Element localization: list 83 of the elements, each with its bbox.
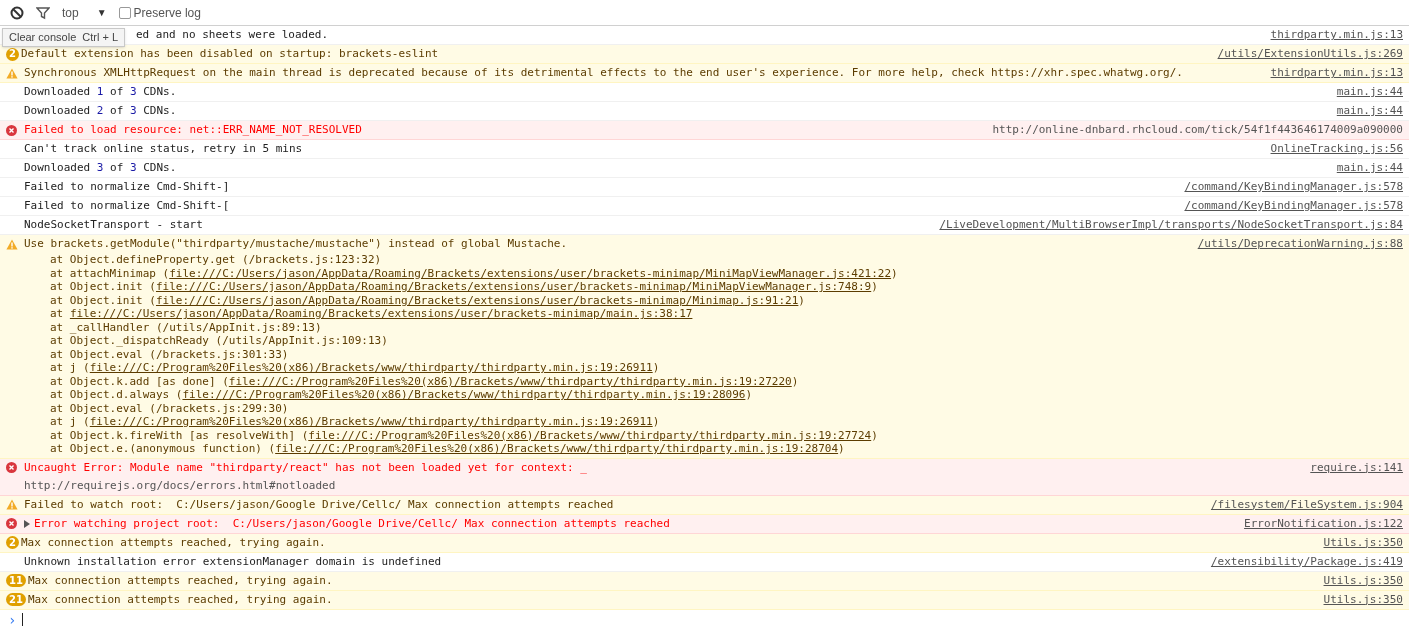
warning-icon	[6, 238, 18, 250]
stack-trace-line: at Object.defineProperty.get (/brackets.js:123:32)	[50, 253, 383, 267]
count-badge: 2	[6, 47, 19, 61]
stack-trace-link[interactable]: file:///C:/Program%20Files%20(x86)/Brackets/www/thirdparty/thirdparty.min.js:19:28704	[275, 442, 839, 455]
message-detail: http://requirejs.org/docs/errors.html#notloaded	[24, 477, 337, 494]
source-link[interactable]: main.js:44	[1336, 159, 1403, 177]
source-link[interactable]: main.js:44	[1336, 83, 1403, 101]
stack-trace-link[interactable]: file:///C:/Users/jason/AppData/Roaming/Brackets/extensions/user/brackets-minimap/Minimap.js:91:21	[155, 293, 799, 307]
message-text: Downloaded 1 of 3 CDNs.	[24, 84, 177, 100]
count-badge: 21	[6, 593, 26, 606]
message-text: Error watching project root: C:/Users/jason/Google Drive/Cellc/ Max connection attempts reached	[34, 515, 670, 532]
stack-trace-line: at Object.k.add [as done] (file:///C:/Program%20Files%20(x86)/Brackets/www/thirdparty/thirdparty.min.js:19:27220)	[50, 374, 800, 388]
source-link[interactable]: /command/KeyBindingManager.js:578	[1184, 178, 1403, 196]
source-link[interactable]: /command/KeyBindingManager.js:578	[1184, 197, 1403, 215]
source-link[interactable]: /LiveDevelopment/MultiBrowserImpl/transports/NodeSocketTransport.js:84	[939, 216, 1403, 234]
source-url: http://online-dnbard.rhcloud.com/tick/54f1f443646174009a090000	[992, 122, 1403, 138]
source-link[interactable]: /utils/DeprecationWarning.js:88	[1197, 235, 1403, 253]
stack-trace-line: at attachMinimap (file:///C:/Users/jason/AppData/Roaming/Brackets/extensions/user/brackets-minimap/MiniMapViewManager.js:421:22)	[50, 266, 899, 280]
error-icon	[6, 518, 17, 529]
message-text: Failed to normalize Cmd-Shift-[	[24, 198, 230, 214]
source-link[interactable]: Utils.js:350	[1323, 590, 1403, 609]
warning-icon	[6, 67, 18, 79]
context-select[interactable]: top ▼	[62, 3, 107, 22]
expand-triangle-icon[interactable]	[24, 519, 30, 528]
preserve-log-checkbox[interactable]	[118, 6, 131, 19]
stack-trace-line: at j (file:///C:/Program%20Files%20(x86)/Brackets/www/thirdparty/thirdparty.min.js:19:26911)	[50, 361, 661, 375]
message-text: Downloaded 3 of 3 CDNs.	[24, 160, 177, 176]
message-text: Unknown installation error extensionManager domain is undefined	[24, 553, 442, 570]
message-text: Failed to watch root: C:/Users/jason/Google Drive/Cellc/ Max connection attempts reached	[24, 496, 614, 513]
prompt-symbol: ›	[8, 610, 17, 629]
message-text: Max connection attempts reached, trying again.	[27, 591, 333, 608]
source-link[interactable]: ErrorNotification.js:122	[1244, 514, 1403, 533]
source-link[interactable]: thirdparty.min.js:13	[1270, 64, 1403, 82]
stack-trace-line: at Object.init (file:///C:/Users/jason/AppData/Roaming/Brackets/extensions/user/brackets-minimap/MiniMapViewManager.js:748:9)	[50, 280, 879, 294]
message-text: ed and no sheets were loaded.	[136, 27, 329, 43]
warning-icon	[6, 499, 18, 510]
message-text: Can't track online status, retry in 5 mins	[24, 141, 303, 157]
stack-trace-link[interactable]: file:///C:/Program%20Files%20(x86)/Brackets/www/thirdparty/thirdparty.min.js:19:27724	[308, 428, 872, 442]
message-text: Failed to normalize Cmd-Shift-]	[24, 179, 230, 195]
preserve-log-label[interactable]: Preserve log	[133, 3, 201, 22]
error-icon	[6, 124, 17, 136]
stack-trace-line: at Object.k.fireWith [as resolveWith] (file:///C:/Program%20Files%20(x86)/Brackets/www/thirdparty/thirdparty.min.js:19:27724)	[50, 428, 879, 442]
source-link[interactable]: Utils.js:350	[1323, 571, 1403, 590]
stack-trace-link[interactable]: file:///C:/Program%20Files%20(x86)/Brackets/www/thirdparty/thirdparty.min.js:19:28096	[182, 388, 746, 401]
source-link[interactable]: /filesystem/FileSystem.js:904	[1210, 495, 1403, 514]
tooltip-label: Clear console	[9, 30, 77, 46]
source-link[interactable]: /utils/ExtensionUtils.js:269	[1217, 45, 1403, 63]
source-link[interactable]: require.js:141	[1310, 458, 1403, 477]
source-link[interactable]: /extensibility/Package.js:419	[1210, 552, 1403, 571]
stack-trace-link[interactable]: file:///C:/Program%20Files%20(x86)/Brackets/www/thirdparty/thirdparty.min.js:19:26911	[89, 415, 653, 428]
stack-trace-line: at Object.eval (/brackets.js:301:33)	[50, 347, 290, 361]
stack-trace-line: at j (file:///C:/Program%20Files%20(x86)/Brackets/www/thirdparty/thirdparty.min.js:19:26911)	[50, 415, 661, 429]
message-text: NodeSocketTransport - start	[24, 217, 203, 233]
message-text: Synchronous XMLHttpRequest on the main thread is deprecated because of its detrimental effects to the end user's experience. For more help, check https://xhr.spec.whatwg.org/.	[24, 65, 1183, 81]
stack-trace-line: at Object.eval (/brackets.js:299:30)	[50, 401, 290, 415]
error-icon	[6, 462, 17, 473]
stack-trace-line: at _callHandler (/utils/AppInit.js:89:13)	[50, 320, 323, 334]
clear-icon[interactable]	[10, 5, 24, 20]
source-link[interactable]: main.js:44	[1336, 102, 1403, 120]
stack-trace-link[interactable]: file:///C:/Program%20Files%20(x86)/Brackets/www/thirdparty/thirdparty.min.js:19:26911	[89, 361, 653, 374]
stack-trace-line: at Object.d.always (file:///C:/Program%20Files%20(x86)/Brackets/www/thirdparty/thirdparty.min.js:19:28096)	[50, 388, 753, 402]
stack-trace-line: at Object.init (file:///C:/Users/jason/AppData/Roaming/Brackets/extensions/user/brackets-minimap/Minimap.js:91:21)	[50, 293, 806, 307]
stack-trace-link[interactable]: file:///C:/Users/jason/AppData/Roaming/Brackets/extensions/user/brackets-minimap/MiniMapViewManager.js:748:9	[155, 280, 872, 293]
source-link[interactable]: Utils.js:350	[1323, 533, 1403, 552]
message-text: Max connection attempts reached, trying again.	[27, 572, 333, 589]
source-link[interactable]: OnlineTracking.js:56	[1270, 140, 1403, 158]
message-text: Uncaught Error: Module name "thirdparty/react" has not been loaded yet for context: _	[24, 459, 587, 476]
stack-trace-link[interactable]: file:///C:/Program%20Files%20(x86)/Brackets/www/thirdparty/thirdparty.min.js:19:27220	[228, 374, 792, 388]
message-text: Use brackets.getModule("thirdparty/mustache/mustache") instead of global Mustache.	[24, 236, 568, 252]
message-text: Downloaded 2 of 3 CDNs.	[24, 103, 177, 119]
stack-trace-line: at Object.e.(anonymous function) (file:///C:/Program%20Files%20(x86)/Brackets/www/thirdparty/thirdparty.min.js:19:28704)	[50, 442, 846, 456]
message-text: Failed to load resource: net::ERR_NAME_NOT_RESOLVED	[24, 122, 362, 138]
tooltip-shortcut: Ctrl + L	[82, 30, 119, 46]
message-text: Max connection attempts reached, trying again.	[21, 534, 326, 551]
stack-trace-line: at file:///C:/Users/jason/AppData/Roaming/Brackets/extensions/user/brackets-minimap/main.js:38:17	[50, 307, 694, 321]
filter-icon[interactable]	[36, 5, 50, 20]
stack-trace-link[interactable]: file:///C:/Users/jason/AppData/Roaming/Brackets/extensions/user/brackets-minimap/main.js:38:17	[69, 307, 693, 320]
count-badge: 2	[6, 536, 19, 549]
stack-trace-line: at Object._dispatchReady (/utils/AppInit.js:109:13)	[50, 334, 389, 348]
count-badge: 11	[6, 574, 26, 587]
stack-trace-link[interactable]: file:///C:/Users/jason/AppData/Roaming/Brackets/extensions/user/brackets-minimap/MiniMapViewManager.js:421:22	[169, 266, 892, 280]
source-link[interactable]: thirdparty.min.js:13	[1270, 26, 1403, 44]
message-text: Default extension has been disabled on startup: brackets-eslint	[21, 46, 439, 62]
